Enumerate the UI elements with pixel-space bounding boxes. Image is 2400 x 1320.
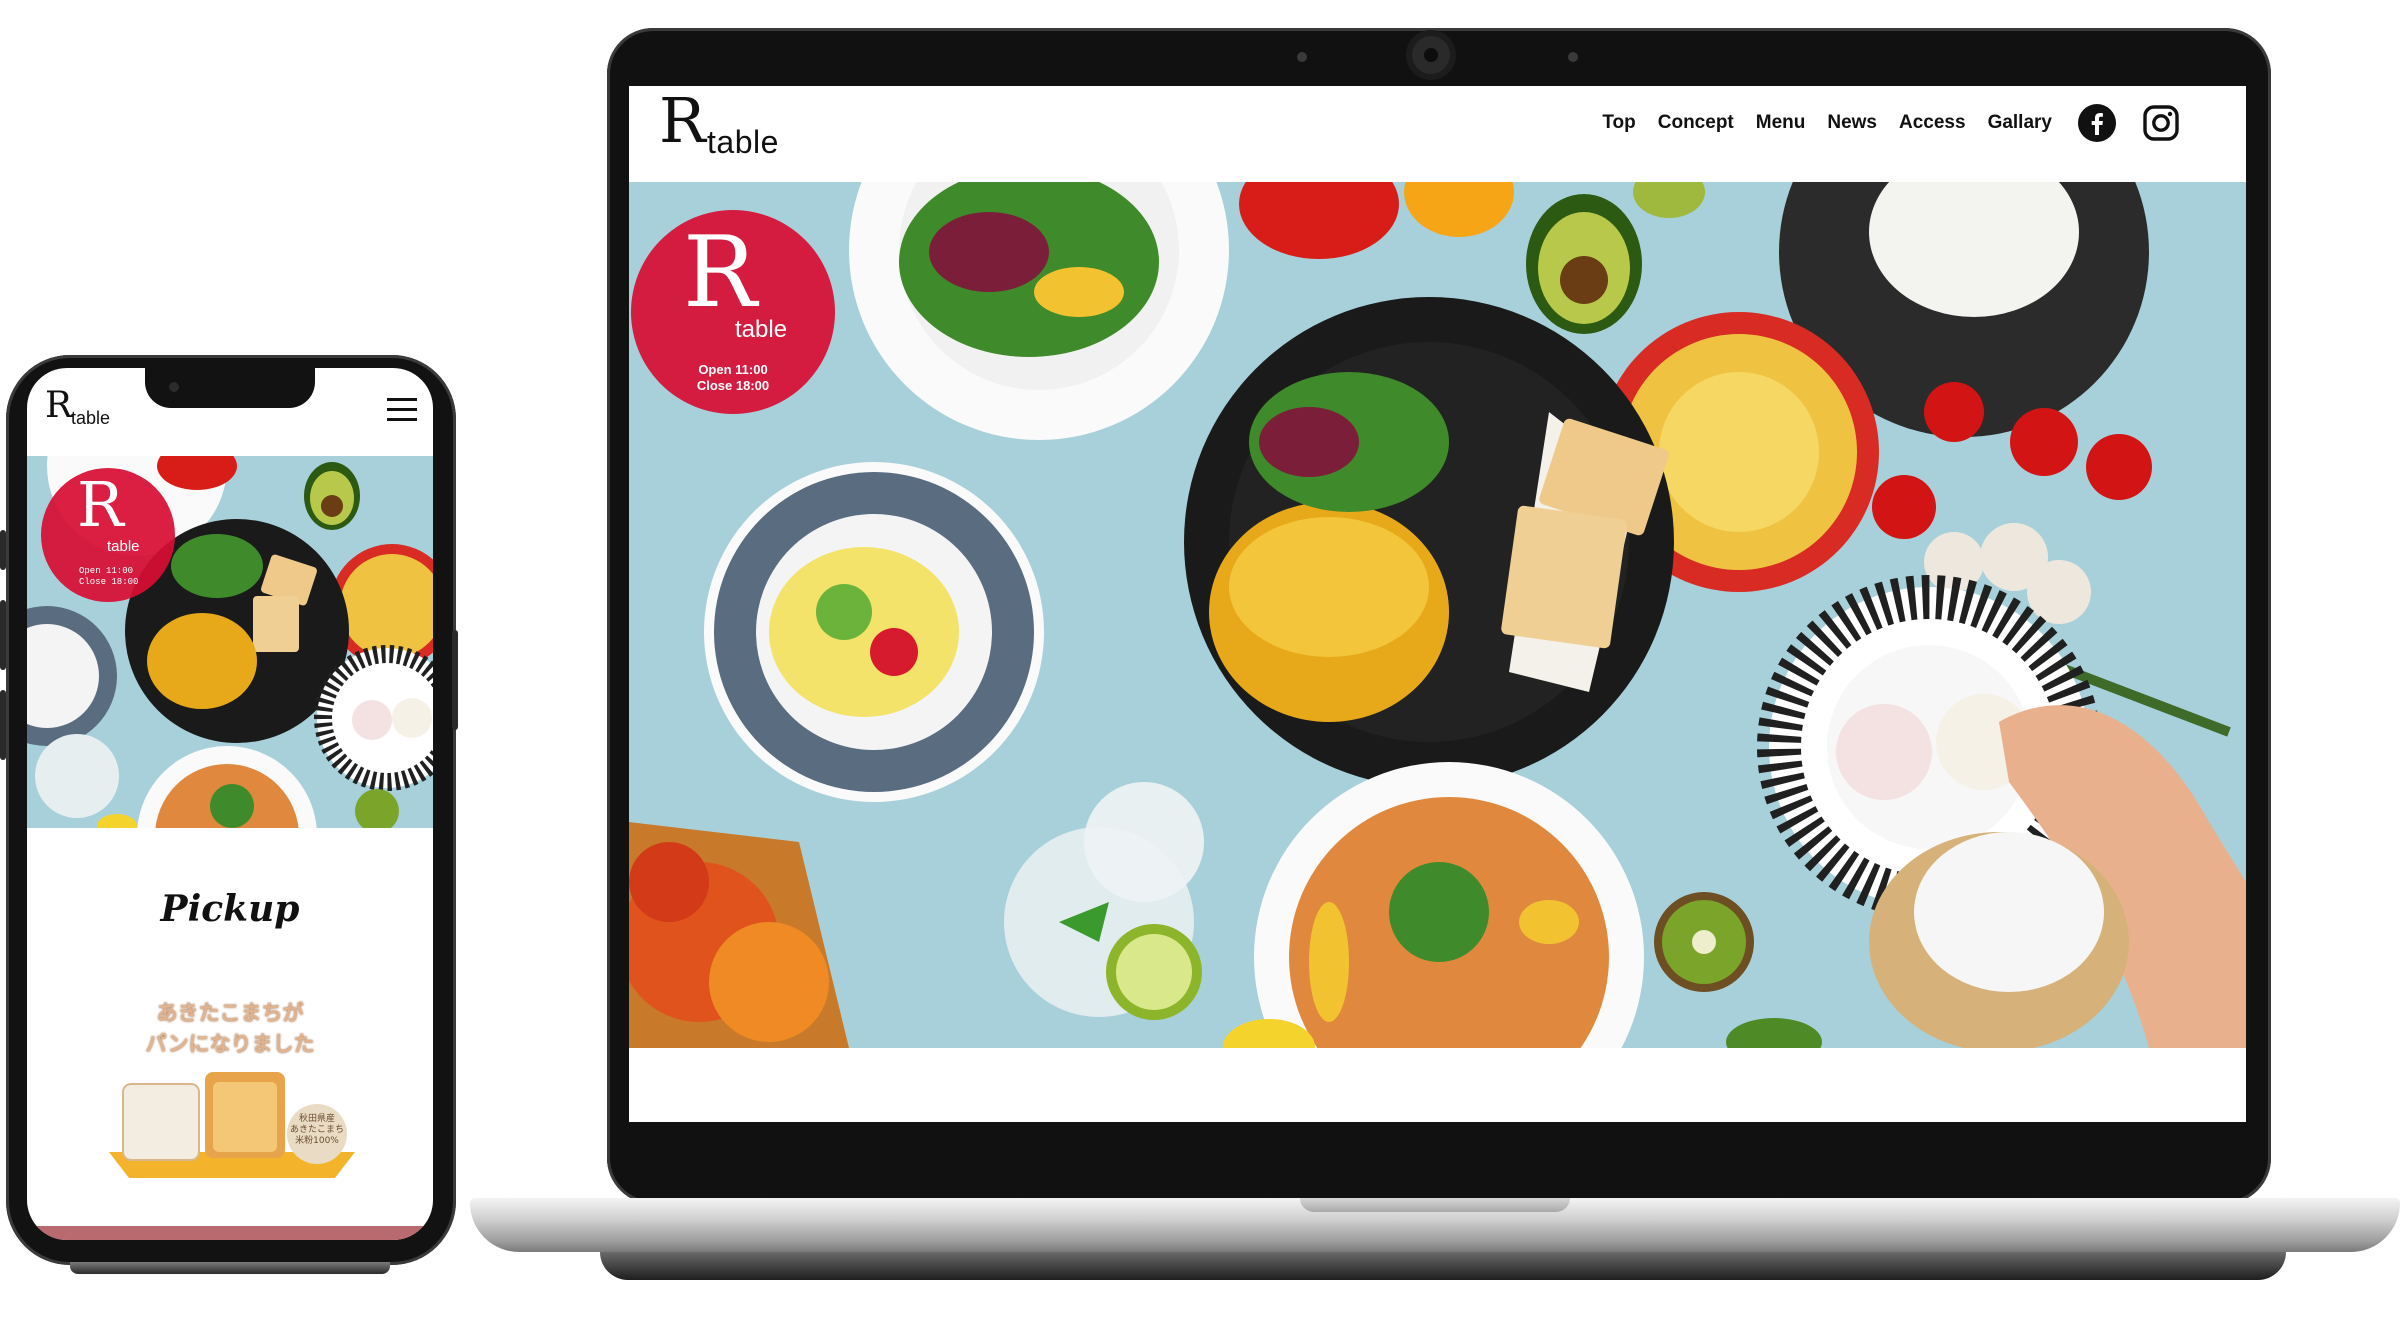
mobile-logo-word: table <box>71 408 111 428</box>
laptop-screen: R table Top Concept Menu News Access Gal… <box>629 86 2246 1122</box>
badge-logo-word: table <box>735 316 788 343</box>
laptop-hinge-notch <box>1300 1198 1570 1212</box>
bread-badge-line1: 秋田県産 <box>298 1114 335 1124</box>
logo-initial: R <box>659 86 706 157</box>
instagram-icon[interactable] <box>2142 104 2180 142</box>
mobile-opening-hours: Open 11:00 Close 18:00 <box>79 566 138 588</box>
mobile-footer-bar <box>27 1226 433 1240</box>
nav-access[interactable]: Access <box>1899 112 1966 134</box>
nav-news[interactable]: News <box>1827 112 1877 134</box>
badge-logo-initial: R <box>683 216 757 330</box>
hours-badge: R table Open 11:00 Close 18:00 <box>631 210 835 414</box>
mobile-hours-badge: R table Open 11:00 Close 18:00 <box>41 468 175 602</box>
mobile-badge-initial: R <box>77 468 124 541</box>
mobile-close-time: Close 18:00 <box>79 577 139 587</box>
pickup-caption[interactable]: あきたこまちが パンになりました <box>27 998 433 1060</box>
main-nav: Top Concept Menu News Access Gallary <box>1602 104 2180 142</box>
mobile-logo-initial: R <box>45 385 73 426</box>
facebook-icon[interactable] <box>2078 104 2116 142</box>
laptop-camera <box>1412 36 1450 74</box>
open-time: Open 11:00 <box>698 362 768 377</box>
logo-word: table <box>707 124 779 160</box>
nav-concept[interactable]: Concept <box>1658 112 1734 134</box>
nav-gallary[interactable]: Gallary <box>1988 112 2052 134</box>
hero-food-photo: R table Open 11:00 Close 18:00 <box>629 182 2246 1048</box>
camera-sensor-right <box>1568 52 1578 62</box>
hamburger-icon[interactable] <box>387 398 417 422</box>
mobile-header: R table <box>27 368 433 456</box>
bread-badge-line2: あきたこまち <box>289 1125 344 1135</box>
bread-badge-line3: 米粉100% <box>295 1136 339 1146</box>
phone-power-button <box>452 630 458 730</box>
phone-volume-up <box>0 530 6 570</box>
pickup-caption-line1: あきたこまちが <box>156 1001 304 1025</box>
pickup-heading: Pickup <box>160 888 300 930</box>
opening-hours: Open 11:00 Close 18:00 <box>631 362 835 394</box>
nav-menu[interactable]: Menu <box>1756 112 1806 134</box>
nav-top[interactable]: Top <box>1602 112 1635 134</box>
rice-bread-image[interactable]: 秋田県産 あきたこまち 米粉100% <box>109 1068 355 1180</box>
mobile-open-time: Open 11:00 <box>79 566 134 576</box>
site-logo[interactable]: R table <box>659 90 789 168</box>
mobile-badge-word: table <box>107 538 140 555</box>
close-time: Close 18:00 <box>696 378 770 393</box>
phone-side-button <box>0 690 6 760</box>
laptop-foot <box>600 1252 2286 1280</box>
bread-badge: 秋田県産 あきたこまち 米粉100% <box>287 1104 347 1164</box>
phone-stand-shadow <box>70 1262 390 1274</box>
food-illustration <box>629 182 2246 1048</box>
phone-screen: R table R table Open 11:00 Close 18:00 P… <box>27 368 433 1240</box>
phone-volume-down <box>0 600 6 670</box>
mobile-hero-photo: R table Open 11:00 Close 18:00 <box>27 456 433 828</box>
mobile-logo[interactable]: R table <box>45 388 125 434</box>
pickup-caption-line2: パンになりました <box>145 1032 315 1056</box>
site-header: R table Top Concept Menu News Access Gal… <box>629 86 2246 182</box>
camera-sensor-left <box>1297 52 1307 62</box>
